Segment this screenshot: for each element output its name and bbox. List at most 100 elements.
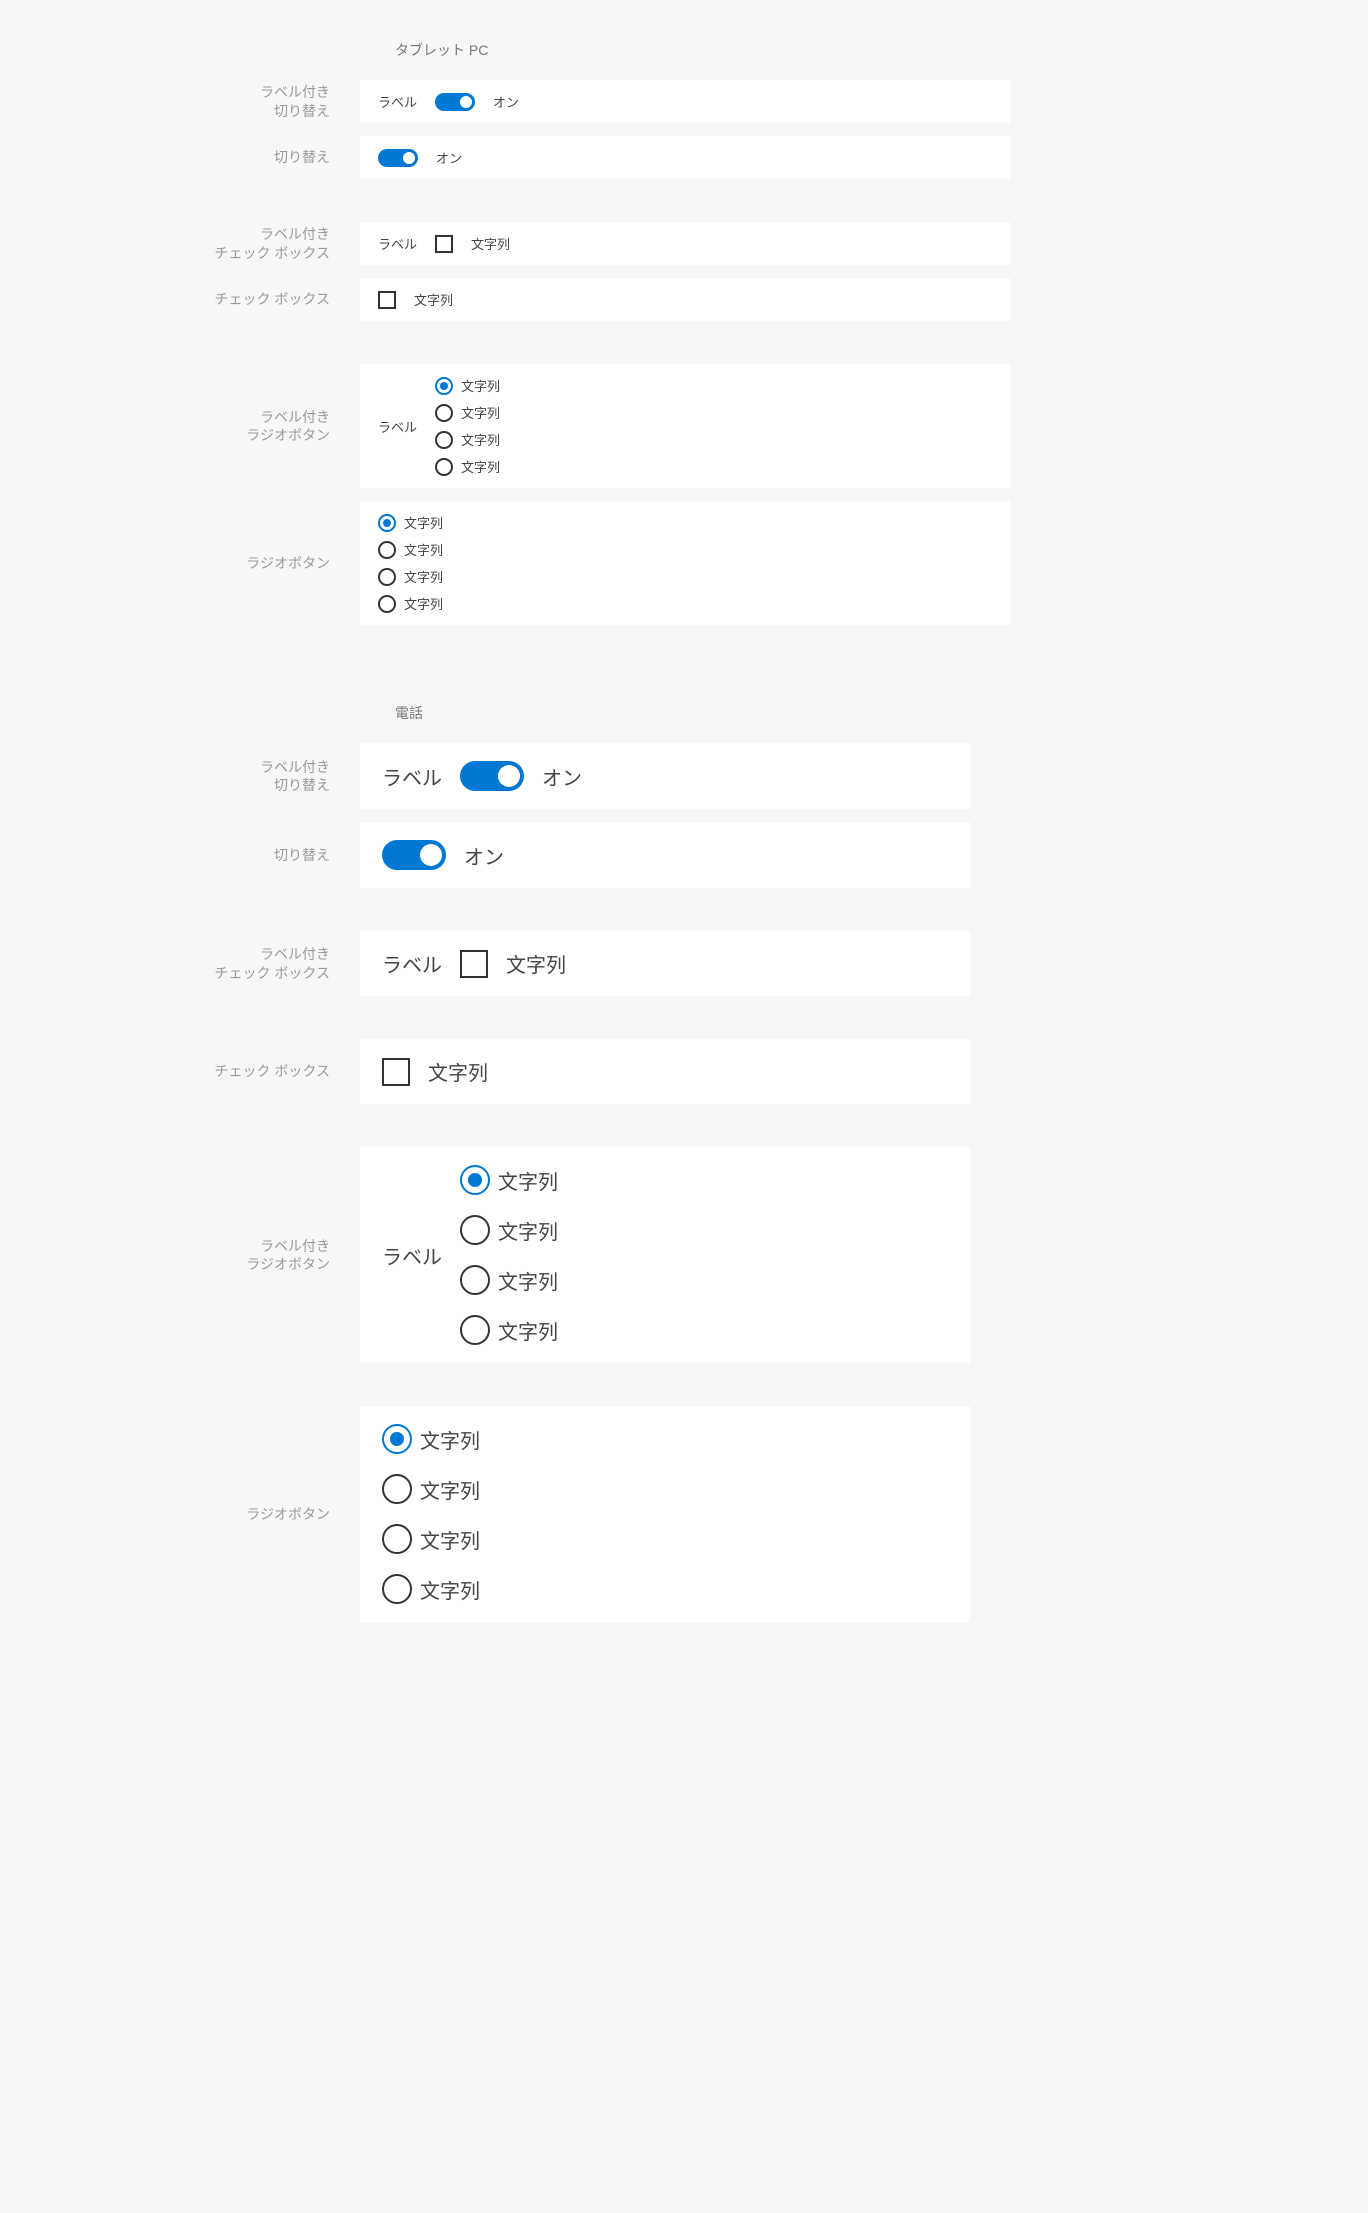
row-label-line1: ラベル付き: [260, 759, 330, 775]
radio-option[interactable]: 文字列: [460, 1215, 558, 1245]
radio-text: 文字列: [420, 1575, 480, 1604]
radio-group: 文字列 文字列 文字列 文字列: [382, 1424, 480, 1604]
checkbox-text: 文字列: [471, 234, 510, 253]
toggle-switch[interactable]: [460, 761, 524, 791]
radio-option[interactable]: 文字列: [382, 1424, 480, 1454]
radio-option[interactable]: 文字列: [435, 376, 500, 395]
radio-button[interactable]: [435, 377, 453, 395]
toggle-knob-icon: [403, 152, 415, 164]
radio-button[interactable]: [382, 1474, 412, 1504]
toggle-knob-icon: [460, 96, 472, 108]
radio-option[interactable]: 文字列: [460, 1265, 558, 1295]
card-toggle: オン: [360, 136, 1010, 179]
radio-text: 文字列: [461, 457, 500, 476]
card-checkbox: 文字列: [360, 278, 1010, 321]
radio-button[interactable]: [460, 1215, 490, 1245]
radio-button[interactable]: [382, 1424, 412, 1454]
radio-inner-label: ラベル: [382, 1241, 442, 1270]
radio-text: 文字列: [461, 430, 500, 449]
radio-button[interactable]: [382, 1524, 412, 1554]
row-label-line2: チェック ボックス: [0, 244, 330, 262]
row-label-line1: ラベル付き: [260, 409, 330, 425]
row-label: ラベル付き 切り替え: [0, 758, 360, 794]
radio-button[interactable]: [460, 1165, 490, 1195]
radio-option[interactable]: 文字列: [435, 403, 500, 422]
toggle-inner-label: ラベル: [378, 92, 417, 111]
radio-option[interactable]: 文字列: [382, 1524, 480, 1554]
toggle-state-text: オン: [493, 92, 519, 111]
toggle-knob-icon: [498, 765, 520, 787]
row-label-line1: ラベル付き: [260, 946, 330, 962]
row-label-line2: チェック ボックス: [0, 964, 330, 982]
checkbox[interactable]: [435, 235, 453, 253]
radio-option[interactable]: 文字列: [435, 430, 500, 449]
section-header-phone: 電話: [395, 703, 1368, 723]
toggle-switch[interactable]: [435, 93, 475, 111]
row-label: ラジオボタン: [0, 554, 360, 572]
radio-button[interactable]: [378, 568, 396, 586]
radio-button[interactable]: [435, 404, 453, 422]
section-header-tablet: タブレット PC: [395, 40, 1368, 60]
row-radio-tablet: ラジオボタン 文字列 文字列 文字列 文字列: [0, 501, 1368, 625]
card-labeled-toggle: ラベル オン: [360, 80, 1010, 123]
radio-text: 文字列: [404, 594, 443, 613]
radio-inner-label: ラベル: [378, 417, 417, 436]
radio-option[interactable]: 文字列: [435, 457, 500, 476]
radio-text: 文字列: [420, 1475, 480, 1504]
row-checkbox-phone: チェック ボックス 文字列: [0, 1039, 1368, 1104]
row-label: ラベル付き チェック ボックス: [0, 945, 360, 981]
toggle-knob-icon: [420, 844, 442, 866]
radio-text: 文字列: [498, 1316, 558, 1345]
row-label: ラベル付き ラジオボタン: [0, 408, 360, 444]
toggle-switch[interactable]: [382, 840, 446, 870]
card-labeled-toggle: ラベル オン: [360, 743, 970, 809]
radio-text: 文字列: [420, 1525, 480, 1554]
card-toggle: オン: [360, 822, 970, 888]
radio-text: 文字列: [461, 403, 500, 422]
radio-button[interactable]: [382, 1574, 412, 1604]
checkbox[interactable]: [382, 1058, 410, 1086]
row-label-line2: ラジオボタン: [0, 1255, 330, 1273]
radio-option[interactable]: 文字列: [460, 1315, 558, 1345]
radio-text: 文字列: [404, 540, 443, 559]
toggle-state-text: オン: [464, 841, 504, 870]
card-labeled-radio: ラベル 文字列 文字列 文字列 文字列: [360, 1147, 970, 1363]
radio-dot-icon: [468, 1173, 482, 1187]
radio-button[interactable]: [435, 458, 453, 476]
row-label-line2: 切り替え: [0, 776, 330, 794]
card-radio: 文字列 文字列 文字列 文字列: [360, 501, 1010, 625]
radio-button[interactable]: [460, 1315, 490, 1345]
checkbox[interactable]: [378, 291, 396, 309]
card-labeled-checkbox: ラベル 文字列: [360, 931, 970, 996]
toggle-state-text: オン: [542, 762, 582, 791]
radio-option[interactable]: 文字列: [382, 1474, 480, 1504]
radio-dot-icon: [440, 382, 448, 390]
checkbox[interactable]: [460, 950, 488, 978]
card-checkbox: 文字列: [360, 1039, 970, 1104]
row-checkbox-tablet: チェック ボックス 文字列: [0, 278, 1368, 321]
radio-group: 文字列 文字列 文字列 文字列: [435, 376, 500, 476]
radio-text: 文字列: [404, 567, 443, 586]
row-label-line1: ラベル付き: [260, 84, 330, 100]
radio-button[interactable]: [378, 541, 396, 559]
radio-text: 文字列: [498, 1266, 558, 1295]
radio-option[interactable]: 文字列: [378, 513, 443, 532]
radio-button[interactable]: [460, 1265, 490, 1295]
row-toggle-tablet: 切り替え オン: [0, 136, 1368, 179]
radio-option[interactable]: 文字列: [460, 1165, 558, 1195]
radio-button[interactable]: [435, 431, 453, 449]
radio-dot-icon: [383, 519, 391, 527]
checkbox-inner-label: ラベル: [382, 949, 442, 978]
row-label: 切り替え: [0, 846, 360, 864]
radio-button[interactable]: [378, 514, 396, 532]
row-labeled-checkbox-phone: ラベル付き チェック ボックス ラベル 文字列: [0, 931, 1368, 996]
radio-option[interactable]: 文字列: [378, 540, 443, 559]
radio-text: 文字列: [498, 1166, 558, 1195]
radio-text: 文字列: [404, 513, 443, 532]
radio-option[interactable]: 文字列: [378, 567, 443, 586]
radio-option[interactable]: 文字列: [382, 1574, 480, 1604]
radio-button[interactable]: [378, 595, 396, 613]
checkbox-inner-label: ラベル: [378, 234, 417, 253]
toggle-switch[interactable]: [378, 149, 418, 167]
radio-option[interactable]: 文字列: [378, 594, 443, 613]
